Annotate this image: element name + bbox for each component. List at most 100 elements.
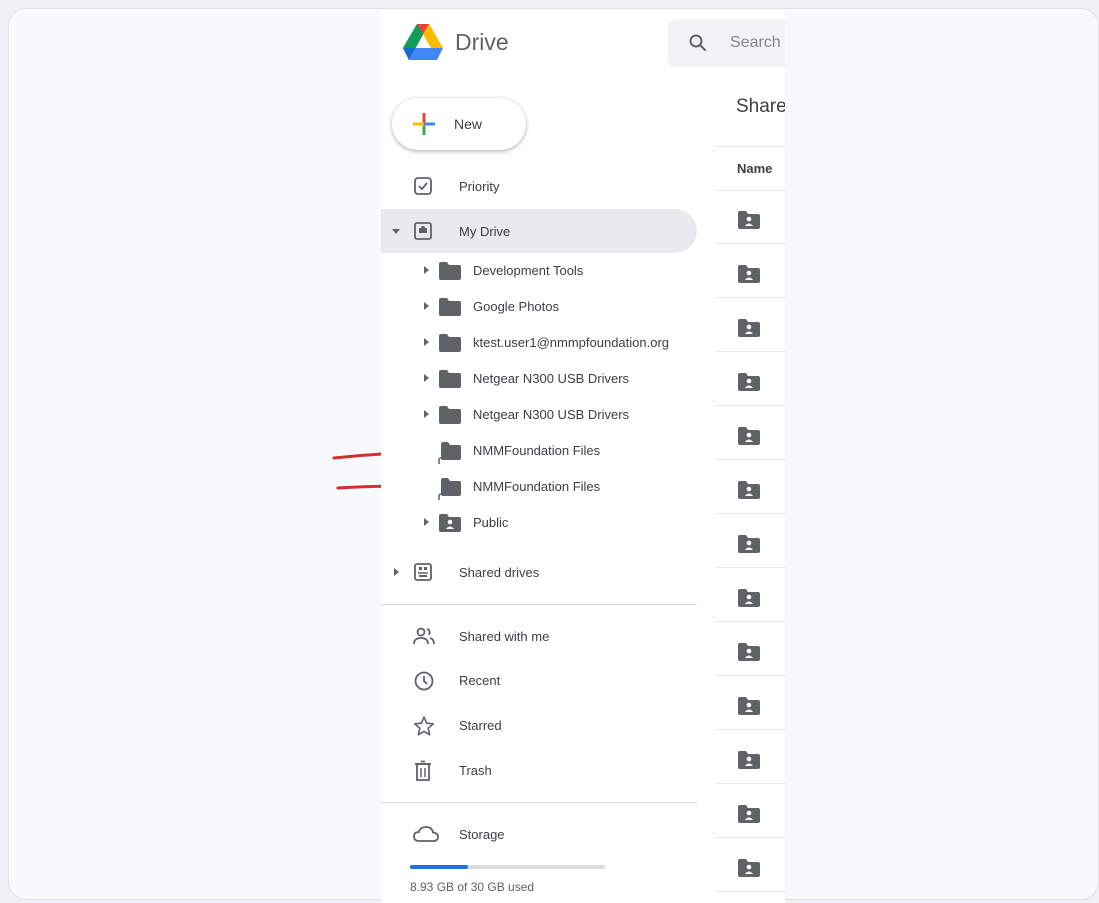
shared-folder-icon[interactable] bbox=[737, 264, 761, 284]
folder-tree-item[interactable]: Google Photos bbox=[381, 289, 697, 325]
row-divider bbox=[715, 405, 785, 406]
shared-folder-icon[interactable] bbox=[737, 534, 761, 554]
nav-shared-drives[interactable]: Shared drives bbox=[381, 550, 697, 594]
plus-icon bbox=[413, 113, 435, 135]
page-title: Share bbox=[736, 96, 785, 117]
folder-tree-item[interactable]: Netgear N300 USB Drivers bbox=[381, 361, 697, 397]
caret-right-icon[interactable] bbox=[421, 517, 431, 527]
caret-right-icon[interactable] bbox=[421, 301, 431, 311]
folder-icon bbox=[439, 334, 461, 352]
drive-logo-icon bbox=[403, 24, 443, 60]
nav-shared-with-me[interactable]: Shared with me bbox=[381, 614, 697, 658]
nav-shared-with-me-label: Shared with me bbox=[459, 628, 550, 644]
folder-tree-item[interactable]: Development Tools bbox=[381, 253, 697, 289]
header-divider bbox=[715, 190, 785, 191]
shared-folder-icon[interactable] bbox=[737, 588, 761, 608]
folder-icon bbox=[439, 406, 461, 424]
shared-folder-icon[interactable] bbox=[737, 318, 761, 338]
caret-down-icon[interactable] bbox=[391, 226, 401, 236]
caret-right-icon[interactable] bbox=[421, 265, 431, 275]
storage-meter bbox=[410, 865, 605, 869]
people-icon bbox=[413, 627, 435, 645]
new-button-label: New bbox=[454, 116, 483, 132]
row-divider bbox=[715, 513, 785, 514]
row-divider bbox=[715, 297, 785, 298]
caret-right-icon[interactable] bbox=[391, 567, 401, 577]
row-divider bbox=[715, 729, 785, 730]
nav-my-drive[interactable]: My Drive bbox=[381, 209, 697, 253]
shared-folder-icon[interactable] bbox=[737, 804, 761, 824]
folder-tree-item[interactable]: NMMFoundation Files bbox=[381, 433, 697, 469]
sidebar-divider bbox=[381, 802, 697, 803]
shared-folder-icon[interactable] bbox=[737, 696, 761, 716]
nav-recent-label: Recent bbox=[459, 672, 501, 688]
search-icon[interactable] bbox=[688, 33, 708, 53]
nav-shared-drives-label: Shared drives bbox=[459, 564, 540, 580]
shared-folder-icon[interactable] bbox=[737, 372, 761, 392]
nav-storage-label: Storage bbox=[459, 826, 505, 842]
shared-folder-icon[interactable] bbox=[737, 426, 761, 446]
drive-logo[interactable]: Drive bbox=[403, 24, 509, 60]
row-divider bbox=[715, 459, 785, 460]
folder-label: NMMFoundation Files bbox=[473, 479, 601, 494]
drive-window: Drive Search New Priority My Drive Devel… bbox=[381, 10, 785, 903]
trash-icon bbox=[415, 760, 431, 781]
nav-storage[interactable]: Storage bbox=[381, 812, 697, 856]
folder-label: Google Photos bbox=[473, 299, 560, 314]
column-header-name[interactable]: Name bbox=[737, 161, 772, 176]
nav-starred-label: Starred bbox=[459, 717, 502, 733]
app-title: Drive bbox=[455, 28, 509, 55]
cloud-icon bbox=[413, 826, 439, 842]
folder-tree-item[interactable]: NMMFoundation Files bbox=[381, 469, 697, 505]
row-divider bbox=[715, 567, 785, 568]
search-input[interactable]: Search bbox=[730, 34, 781, 52]
folder-label: NMMFoundation Files bbox=[473, 443, 601, 458]
sidebar-divider bbox=[381, 604, 697, 605]
folder-tree-item[interactable]: ktest.user1@nmmpfoundation.org bbox=[381, 325, 697, 361]
folder-label: ktest.user1@nmmpfoundation.org bbox=[473, 335, 670, 350]
caret-right-icon[interactable] bbox=[421, 337, 431, 347]
row-divider bbox=[715, 837, 785, 838]
folder-label: Public bbox=[473, 515, 509, 530]
folder-label: Netgear N300 USB Drivers bbox=[473, 371, 630, 386]
storage-used-text: 8.93 GB of 30 GB used bbox=[410, 880, 535, 894]
search-box[interactable]: Search bbox=[668, 19, 785, 67]
folder-icon bbox=[439, 370, 461, 388]
shared-folder-icon[interactable] bbox=[737, 858, 761, 878]
nav-trash-label: Trash bbox=[459, 762, 492, 778]
row-divider bbox=[715, 891, 785, 892]
my-drive-icon bbox=[414, 222, 432, 240]
row-divider bbox=[715, 621, 785, 622]
shared-drives-icon bbox=[414, 563, 432, 581]
nav-priority-label: Priority bbox=[459, 178, 500, 194]
storage-meter-fill bbox=[410, 865, 469, 869]
header-divider bbox=[715, 146, 785, 147]
shared-folder-icon[interactable] bbox=[737, 480, 761, 500]
folder-label: Netgear N300 USB Drivers bbox=[473, 407, 630, 422]
caret-right-icon[interactable] bbox=[421, 409, 431, 419]
row-divider bbox=[715, 783, 785, 784]
nav-trash[interactable]: Trash bbox=[381, 748, 697, 792]
nav-recent[interactable]: Recent bbox=[381, 658, 697, 702]
row-divider bbox=[715, 243, 785, 244]
shared-folder-icon[interactable] bbox=[737, 210, 761, 230]
folder-shortcut-icon bbox=[438, 442, 461, 464]
folder-icon bbox=[439, 298, 461, 316]
new-button[interactable]: New bbox=[392, 98, 526, 150]
caret-right-icon[interactable] bbox=[421, 373, 431, 383]
nav-starred[interactable]: Starred bbox=[381, 703, 697, 747]
shared-folder-icon bbox=[439, 514, 461, 532]
folder-shortcut-icon bbox=[438, 478, 461, 500]
folder-label: Development Tools bbox=[473, 263, 584, 278]
folder-tree-item[interactable]: Netgear N300 USB Drivers bbox=[381, 397, 697, 433]
folder-tree-item[interactable]: Public bbox=[381, 505, 697, 541]
priority-icon bbox=[414, 177, 432, 195]
clock-icon bbox=[414, 671, 434, 691]
shared-folder-icon[interactable] bbox=[737, 750, 761, 770]
row-divider bbox=[715, 351, 785, 352]
shared-folder-icon[interactable] bbox=[737, 642, 761, 662]
nav-priority[interactable]: Priority bbox=[381, 164, 697, 208]
nav-my-drive-label: My Drive bbox=[459, 223, 511, 239]
folder-icon bbox=[439, 262, 461, 280]
star-icon bbox=[413, 716, 435, 736]
